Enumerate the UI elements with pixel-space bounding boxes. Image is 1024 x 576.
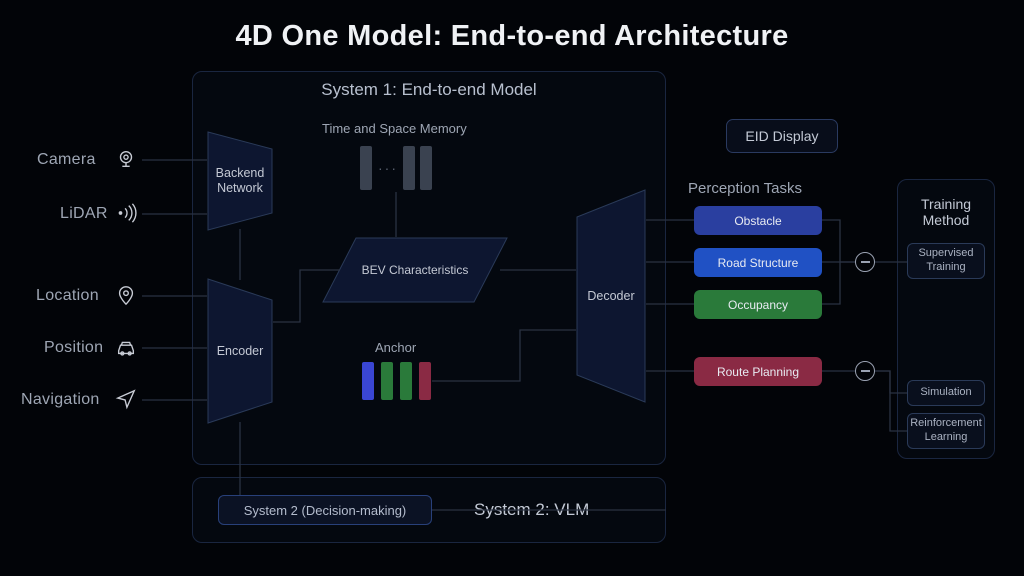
training-title: Training Method <box>898 196 994 228</box>
task-route-planning: Route Planning <box>694 357 822 386</box>
encoder-label: Encoder <box>207 278 273 424</box>
training-simulation: Simulation <box>907 380 985 406</box>
navigation-icon <box>115 388 137 410</box>
memory-bar <box>420 146 432 190</box>
system1-title: System 1: End-to-end Model <box>193 80 665 100</box>
decoder-block: Decoder <box>576 189 646 403</box>
backend-network-block: Backend Network <box>207 131 273 231</box>
backend-network-label: Backend Network <box>207 131 273 231</box>
memory-bar <box>403 146 415 190</box>
minus-icon <box>855 252 875 272</box>
bev-block: BEV Characteristics <box>322 237 508 303</box>
memory-bar <box>360 146 372 190</box>
training-supervised: Supervised Training <box>907 243 985 279</box>
task-obstacle: Obstacle <box>694 206 822 235</box>
bev-label: BEV Characteristics <box>322 237 508 303</box>
input-navigation-label: Navigation <box>21 391 100 409</box>
task-road-structure: Road Structure <box>694 248 822 277</box>
anchor-bar <box>362 362 374 400</box>
system2-title: System 2: VLM <box>474 500 589 520</box>
anchor-bar <box>400 362 412 400</box>
task-occupancy: Occupancy <box>694 290 822 319</box>
encoder-block: Encoder <box>207 278 273 424</box>
eid-display: EID Display <box>726 119 838 153</box>
page-title: 4D One Model: End-to-end Architecture <box>0 20 1024 53</box>
camera-icon <box>115 148 137 170</box>
memory-label: Time and Space Memory <box>322 121 467 136</box>
anchor-bar <box>381 362 393 400</box>
anchor-label: Anchor <box>375 340 416 355</box>
input-camera-label: Camera <box>37 151 96 169</box>
memory-ellipsis: ··· <box>378 160 398 176</box>
input-lidar-label: LiDAR <box>60 205 108 223</box>
input-position-label: Position <box>44 339 103 357</box>
anchor-bar <box>419 362 431 400</box>
car-icon <box>115 336 137 358</box>
training-rl: Reinforcement Learning <box>907 413 985 449</box>
input-location-label: Location <box>36 287 99 305</box>
minus-icon <box>855 361 875 381</box>
system2-button: System 2 (Decision-making) <box>218 495 432 525</box>
perception-tasks-label: Perception Tasks <box>688 180 802 197</box>
decoder-label: Decoder <box>576 189 646 403</box>
location-icon <box>115 284 137 306</box>
lidar-icon <box>115 202 137 224</box>
